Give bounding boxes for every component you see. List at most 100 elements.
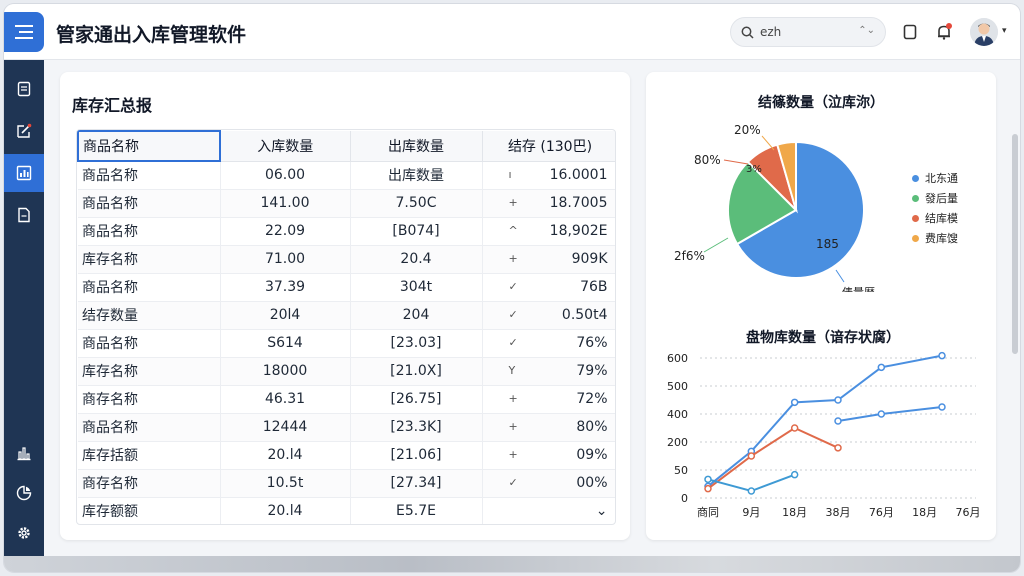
data-point[interactable] bbox=[790, 398, 799, 407]
table-row[interactable]: 商品名称 22.09 [B074] ^ 18,902E bbox=[78, 217, 615, 246]
legend-label: 结库模 bbox=[925, 212, 958, 225]
avatar-dropdown-icon[interactable]: ▾ bbox=[1002, 26, 1007, 36]
table-row[interactable]: 库存名称 71.00 20.4 +909K bbox=[78, 245, 615, 274]
x-tick-label: 9月 bbox=[742, 506, 760, 519]
sidebar bbox=[4, 60, 44, 556]
notification-dot bbox=[946, 23, 952, 29]
cell-balance: ✓ 76% bbox=[482, 329, 615, 358]
report-icon bbox=[16, 165, 32, 181]
cell-in-qty: 20.l4 bbox=[220, 497, 351, 524]
cell-in-qty: S614 bbox=[220, 329, 351, 358]
menu-button[interactable] bbox=[4, 12, 44, 52]
sidebar-item-document[interactable] bbox=[4, 70, 44, 108]
cell-name: 商存名称 bbox=[78, 385, 221, 414]
cell-in-qty: 46.31 bbox=[220, 385, 351, 414]
balance-value: 18,902E bbox=[549, 223, 608, 239]
column-header[interactable]: 入库数量 bbox=[220, 131, 351, 162]
legend-item[interactable]: 结库模 bbox=[912, 208, 958, 228]
avatar[interactable] bbox=[970, 18, 998, 46]
table-row[interactable]: 商品名称 06.00 出库数量 ı 16.0001 bbox=[78, 161, 615, 190]
data-point[interactable] bbox=[790, 470, 799, 479]
data-point[interactable] bbox=[834, 444, 842, 452]
legend-dot bbox=[912, 174, 919, 182]
app-title: 管家通出入库管理软件 bbox=[56, 24, 247, 46]
summary-title: 库存汇总报 bbox=[72, 96, 153, 115]
column-header[interactable]: 商品名称 bbox=[77, 130, 221, 162]
balance-value: 18.7005 bbox=[549, 195, 608, 211]
data-point[interactable] bbox=[747, 452, 756, 460]
cell-name: 库存括额 bbox=[78, 441, 221, 470]
y-tick-label: 200 bbox=[667, 436, 688, 449]
data-point[interactable] bbox=[704, 475, 712, 484]
leader-line bbox=[835, 269, 845, 283]
cell-name: 库存名称 bbox=[78, 357, 221, 386]
cell-balance: ı 16.0001 bbox=[482, 161, 615, 190]
chevron-icon[interactable]: ⌃⌄ bbox=[858, 25, 875, 36]
tablet-icon[interactable] bbox=[900, 22, 920, 42]
data-point[interactable] bbox=[938, 351, 946, 360]
cell-in-qty: 10.5t bbox=[220, 469, 351, 498]
sidebar-item-settings[interactable] bbox=[4, 514, 44, 552]
trend-mark: + bbox=[508, 447, 518, 461]
series-line bbox=[707, 426, 839, 490]
search-box[interactable]: ⌃⌄ bbox=[730, 17, 886, 47]
trend-mark: + bbox=[508, 195, 518, 209]
table-row[interactable]: 库存名称 18000 [21.0X] Y 79% bbox=[78, 357, 615, 386]
legend-item[interactable]: 發后量 bbox=[912, 188, 958, 208]
line-chart-title: 盘物库数量（谙存状腐） bbox=[746, 330, 900, 346]
cell-balance: +909K bbox=[482, 245, 615, 274]
cell-in-qty: 37.39 bbox=[220, 273, 351, 302]
pie-legend: 北东通發后量结库模费库馊 bbox=[912, 168, 958, 248]
cell-name: 商品名称 bbox=[78, 413, 221, 442]
y-tick-label: 400 bbox=[667, 408, 688, 421]
data-point[interactable] bbox=[704, 484, 712, 493]
legend-item[interactable]: 费库馊 bbox=[912, 228, 958, 248]
cell-name: 商存名称 bbox=[78, 469, 221, 498]
column-header[interactable]: 出库数量 bbox=[350, 131, 483, 162]
data-point[interactable] bbox=[877, 410, 886, 418]
cell-name: 结存数量 bbox=[78, 301, 221, 330]
table-row[interactable]: 结存数量 20l4 204 ✓ 0.50t4 bbox=[78, 301, 615, 330]
data-point[interactable] bbox=[747, 487, 756, 495]
column-header[interactable]: 结存 (130巴) bbox=[482, 131, 615, 162]
data-point[interactable] bbox=[834, 396, 842, 404]
pie-callout: 俵量歴 bbox=[842, 286, 875, 292]
data-point[interactable] bbox=[790, 424, 799, 432]
table-row[interactable]: 商存名称 46.31 [26.75] +72% bbox=[78, 385, 615, 414]
cell-out-qty: 304t bbox=[350, 273, 483, 302]
page-scrollbar[interactable] bbox=[1012, 134, 1018, 354]
table-row[interactable]: 商品名称 37.39 304t ✓ 76B bbox=[78, 273, 615, 302]
pie-chart-icon bbox=[16, 485, 32, 501]
cell-balance: +72% bbox=[482, 385, 615, 414]
table-row[interactable]: 商品名称 141.00 7.50C +18.7005 bbox=[78, 189, 615, 218]
search-icon bbox=[741, 26, 754, 39]
cell-balance: ^ 18,902E bbox=[482, 217, 615, 246]
cell-out-qty: [26.75] bbox=[350, 385, 483, 414]
sidebar-item-report[interactable] bbox=[4, 154, 44, 192]
cell-name: 商品名称 bbox=[78, 273, 221, 302]
cell-name: 库存名称 bbox=[78, 245, 221, 274]
legend-item[interactable]: 北东通 bbox=[912, 168, 958, 188]
cell-balance: +18.7005 bbox=[482, 189, 615, 218]
bell-icon[interactable] bbox=[934, 22, 954, 42]
sidebar-item-edit[interactable] bbox=[4, 112, 44, 150]
table-row[interactable]: 库存括额 20.l4 [21.06] +09% bbox=[78, 441, 615, 470]
legend-label: 發后量 bbox=[925, 192, 958, 205]
cell-out-qty: [B074] bbox=[350, 217, 483, 246]
legend-dot bbox=[912, 214, 919, 222]
data-point[interactable] bbox=[877, 363, 886, 372]
data-point[interactable] bbox=[834, 417, 842, 425]
x-tick-label: 38月 bbox=[826, 506, 851, 519]
table-row[interactable]: 库存额额 20.l4 E5.7E ⌄ bbox=[78, 497, 615, 524]
sidebar-item-file[interactable] bbox=[4, 196, 44, 234]
balance-value: 16.0001 bbox=[549, 167, 608, 183]
search-input[interactable] bbox=[760, 25, 860, 39]
table-row[interactable]: 商品名称 S614 [23.03] ✓ 76% bbox=[78, 329, 615, 358]
cell-balance: +09% bbox=[482, 441, 615, 470]
document-icon bbox=[17, 81, 31, 97]
sidebar-item-analysis[interactable] bbox=[4, 474, 44, 512]
table-row[interactable]: 商存名称 10.5t [27.34] ✓ 00% bbox=[78, 469, 615, 498]
data-point[interactable] bbox=[938, 403, 946, 411]
sidebar-item-statistics[interactable] bbox=[4, 434, 44, 472]
table-row[interactable]: 商品名称 12444 [23.3K] +80% bbox=[78, 413, 615, 442]
